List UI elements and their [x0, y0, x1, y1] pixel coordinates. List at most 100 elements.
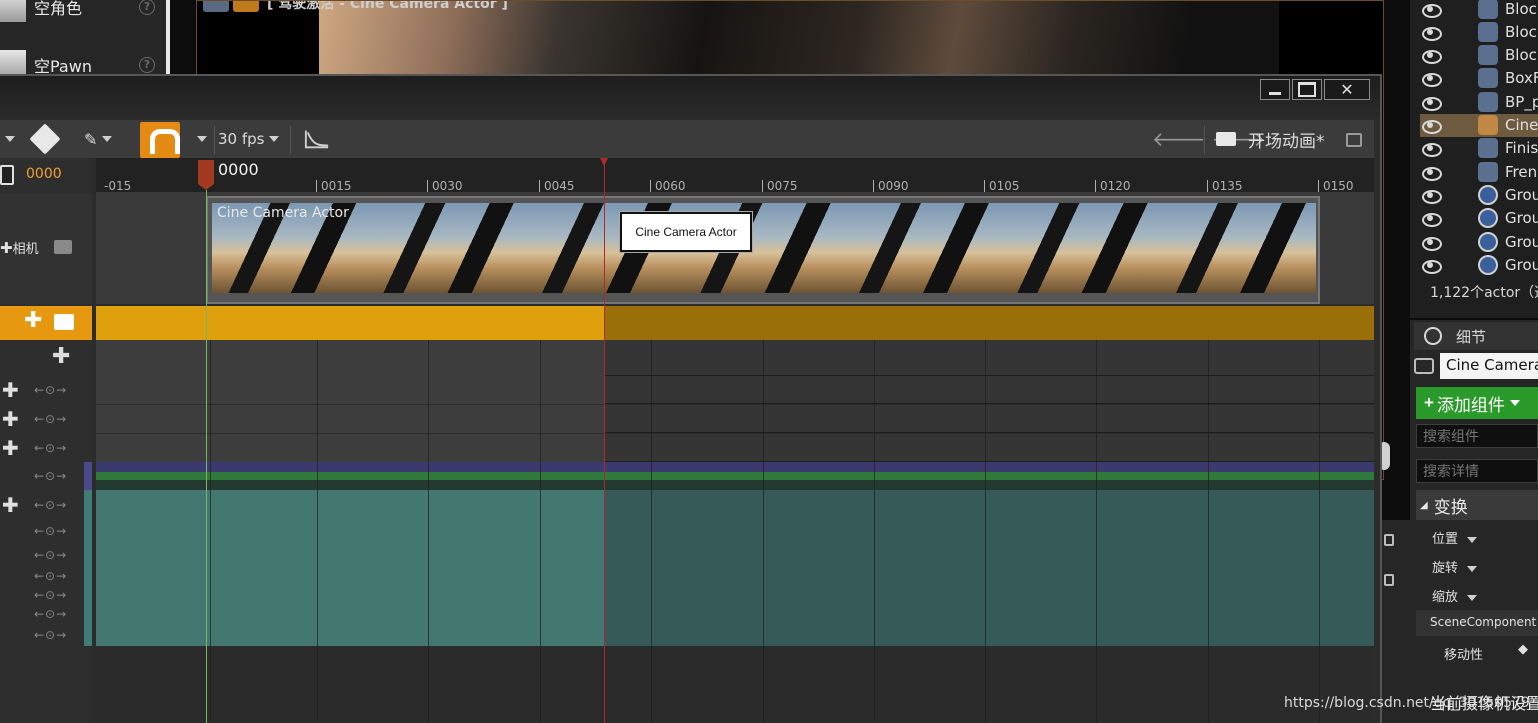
playhead-handle[interactable]: [198, 160, 214, 190]
outliner-row[interactable]: Bloc: [1420, 0, 1538, 20]
track-lane-section[interactable]: [96, 340, 605, 376]
track-lane-section[interactable]: [96, 434, 605, 462]
viewport-options-button[interactable]: [203, 1, 229, 12]
outliner-row[interactable]: BoxF: [1420, 67, 1538, 90]
keyframe-nav-icon[interactable]: ←⊙→: [34, 412, 67, 426]
sequence-breadcrumb[interactable]: 开场动画*: [1216, 120, 1325, 158]
outliner-row[interactable]: Bloc: [1420, 44, 1538, 67]
frame-settings-icon[interactable]: [0, 165, 14, 185]
keyframe-nav-icon[interactable]: ←⊙→: [34, 498, 67, 512]
playback-end-marker[interactable]: [604, 158, 605, 723]
shot-track-row[interactable]: [0, 306, 92, 340]
eye-icon[interactable]: [1420, 96, 1442, 111]
frame-rate-dropdown[interactable]: 30 fps: [218, 120, 288, 158]
search-components-input[interactable]: [1416, 424, 1538, 448]
property-track-row[interactable]: ←⊙→: [0, 621, 82, 649]
plus-icon[interactable]: ✚: [2, 378, 19, 402]
track-lane-section[interactable]: [96, 405, 605, 433]
keyframe-nav-icon[interactable]: ←⊙→: [34, 607, 67, 621]
outliner-row[interactable]: Cine: [1420, 113, 1538, 137]
cube-icon: [1478, 21, 1498, 42]
track-color-strip: [84, 462, 92, 490]
plus-icon[interactable]: ✚: [0, 239, 13, 257]
time-ruler[interactable]: [96, 158, 1374, 192]
snap-magnet-button[interactable]: [140, 122, 180, 158]
chevron-down-icon: [1467, 595, 1478, 601]
eye-icon[interactable]: [1420, 3, 1442, 18]
property-track-row[interactable]: ✚ ←⊙→: [0, 405, 82, 433]
eye-icon[interactable]: [1420, 49, 1442, 65]
outliner-row[interactable]: Grou: [1420, 253, 1538, 276]
eye-icon[interactable]: [1420, 189, 1442, 204]
keyframe-nav-icon[interactable]: ←⊙→: [34, 383, 67, 397]
keyframe-nav-icon[interactable]: ←⊙→: [34, 469, 67, 483]
outliner-row[interactable]: BP_p: [1420, 90, 1538, 113]
sequencer-title-bar[interactable]: [0, 76, 1380, 120]
purple-track-lane[interactable]: [96, 462, 1374, 472]
lock-icon[interactable]: [1384, 534, 1394, 546]
eye-icon[interactable]: [1420, 212, 1442, 228]
curve-editor-button[interactable]: [304, 120, 330, 158]
add-component-button[interactable]: + 添加组件: [1416, 387, 1538, 419]
outliner-row-name: Grou: [1505, 209, 1538, 228]
plus-icon[interactable]: ✚: [2, 436, 19, 460]
eye-icon[interactable]: [1420, 166, 1442, 181]
search-details-input[interactable]: [1416, 459, 1538, 483]
eye-icon[interactable]: [1420, 26, 1442, 41]
add-track-icon[interactable]: ✚: [52, 344, 70, 369]
close-button[interactable]: ✕: [1324, 79, 1370, 100]
plus-icon[interactable]: ✚: [2, 493, 19, 517]
eye-icon[interactable]: [1420, 259, 1442, 274]
current-frame-readout[interactable]: 0000: [26, 166, 62, 182]
keyframe-nav-icon[interactable]: ←⊙→: [34, 524, 67, 538]
location-row[interactable]: 位置: [1432, 528, 1478, 547]
keyframe-nav-icon[interactable]: ←⊙→: [34, 628, 67, 642]
shot-camera-icon[interactable]: [54, 314, 74, 330]
green-track-lane[interactable]: [96, 472, 1374, 480]
track-lane-section[interactable]: [96, 376, 605, 404]
outliner-row[interactable]: Frenc: [1420, 160, 1538, 183]
place-item-empty-character[interactable]: 空角色 ?: [0, 0, 165, 24]
toolbar-overflow-dropdown[interactable]: [0, 120, 15, 158]
transform-section-header[interactable]: ◢ 变换: [1416, 490, 1538, 520]
help-icon[interactable]: ?: [139, 57, 155, 73]
shot-section[interactable]: [96, 306, 605, 340]
keyframe-nav-icon[interactable]: ←⊙→: [34, 441, 67, 455]
chevron-down-icon: [1509, 400, 1520, 406]
toolbar-divider: [290, 126, 291, 154]
edit-tool-dropdown[interactable]: ✎: [84, 120, 113, 158]
scene-component-section[interactable]: SceneComponent: [1416, 610, 1538, 636]
cube-icon: [1478, 45, 1498, 66]
eye-icon[interactable]: [1420, 142, 1442, 158]
scale-row[interactable]: 缩放: [1432, 586, 1478, 605]
back-arrow-icon[interactable]: 🡐: [1152, 127, 1206, 151]
outliner-row[interactable]: Grou: [1420, 183, 1538, 206]
outliner-row[interactable]: Finis: [1420, 137, 1538, 160]
add-shot-icon[interactable]: ✚: [24, 308, 42, 333]
actor-name-field[interactable]: Cine Camera Actor: [1440, 353, 1538, 379]
outliner-row[interactable]: Grou: [1420, 230, 1538, 253]
keyframe-nav-icon[interactable]: ←⊙→: [34, 548, 67, 562]
document-icon[interactable]: [1384, 574, 1394, 586]
minimize-button[interactable]: [1260, 79, 1290, 100]
eye-icon[interactable]: [1420, 72, 1442, 88]
viewport-pilot-button[interactable]: [233, 1, 259, 12]
eye-icon[interactable]: [1420, 119, 1442, 134]
rotation-row[interactable]: 旋转: [1432, 557, 1478, 576]
details-tab[interactable]: 细节: [1414, 322, 1538, 350]
eye-icon[interactable]: [1420, 236, 1442, 251]
maximize-button[interactable]: [1292, 79, 1322, 100]
property-track-row[interactable]: ✚ ←⊙→: [0, 491, 82, 519]
property-track-row[interactable]: ✚ ←⊙→: [0, 434, 82, 462]
teal-track-section[interactable]: [96, 490, 605, 646]
mobility-movable-icon[interactable]: ◆: [1518, 642, 1532, 658]
snap-options-dropdown[interactable]: [192, 120, 207, 158]
property-track-row[interactable]: ←⊙→: [0, 462, 82, 490]
outliner-row[interactable]: Grou: [1420, 207, 1538, 230]
plus-icon[interactable]: ✚: [2, 407, 19, 431]
help-icon[interactable]: ?: [139, 0, 155, 15]
ruler-tick-label: 0045: [539, 180, 575, 192]
lock-icon[interactable]: [1346, 133, 1362, 147]
outliner-row[interactable]: Bloc: [1420, 20, 1538, 43]
property-track-row[interactable]: ✚ ←⊙→: [0, 376, 82, 404]
